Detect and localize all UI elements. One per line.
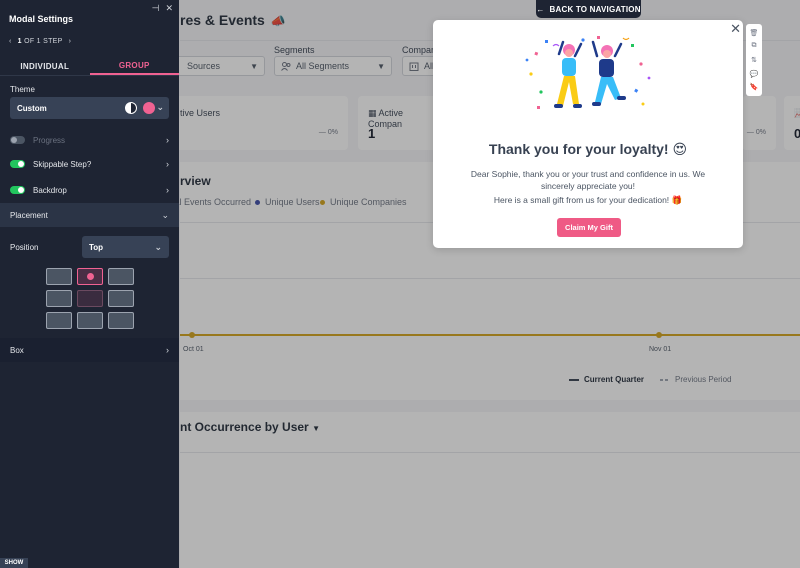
modal-body-text: Dear Sophie, thank you or your trust and… [470,169,706,191]
modal-gift-text: Here is a small gift from us for your de… [493,195,683,205]
modal-settings-panel: Modal Settings ⊣ ✕ ‹ 1 OF 1 STEP › INDIV… [0,0,179,568]
prev-step-icon[interactable]: ‹ [9,38,12,45]
chevron-right-icon: › [166,185,169,195]
copy-icon[interactable]: ⧉ [752,42,757,50]
position-cell-bottom-left[interactable] [46,312,72,329]
skippable-label: Skippable Step? [33,159,92,169]
loyalty-modal: ✕ Thank you for your loyalty! 😍 Dear Sop… [433,20,743,248]
bookmark-icon[interactable]: 🔖 [750,83,759,91]
progress-label: Progress [33,135,66,145]
position-label: Position [10,243,39,252]
claim-gift-button[interactable]: Claim My Gift [557,218,621,237]
modal-toolbar: 🗑 ⧉ ⇅ 💬 🔖 [746,24,762,96]
panel-title: Modal Settings [9,14,74,24]
position-value: Top [89,242,104,252]
tab-individual[interactable]: INDIVIDUAL [0,57,90,75]
box-label: Box [10,345,24,355]
skippable-toggle[interactable] [10,160,25,168]
step-navigator: ‹ 1 OF 1 STEP › [9,38,71,45]
box-section[interactable]: Box › [0,338,179,362]
theme-value: Custom [17,103,47,113]
step-counter: 1 OF 1 STEP [17,38,63,45]
trash-icon[interactable]: 🗑 [750,29,759,37]
close-icon[interactable]: ✕ [165,3,173,14]
comment-icon[interactable]: 💬 [750,70,759,78]
placement-section[interactable]: Placement ⌄ [0,203,179,227]
chevron-down-icon: ⌄ [156,102,164,112]
arrow-left-icon: ← [536,4,545,14]
chevron-down-icon: ⌄ [154,241,162,252]
pin-icon[interactable]: ⊣ [152,3,160,14]
progress-row[interactable]: Progress › [0,128,179,152]
panel-tabs: INDIVIDUAL GROUP [0,57,179,76]
position-cell-right[interactable] [108,290,134,307]
celebration-illustration [525,36,651,109]
position-cell-center[interactable] [77,290,103,307]
chevron-right-icon: › [166,345,169,355]
panel-window-controls: ⊣ ✕ [152,3,173,14]
position-cell-bottom-right[interactable] [108,312,134,329]
backdrop-row[interactable]: Backdrop › [0,178,179,202]
position-cell-top[interactable] [77,268,103,285]
show-button[interactable]: SHOW [0,558,28,568]
position-cell-top-left[interactable] [46,268,72,285]
theme-label: Theme [10,85,35,94]
skippable-row[interactable]: Skippable Step? › [0,152,179,176]
chevron-right-icon: › [166,159,169,169]
back-to-navigation-label: BACK TO NAVIGATION [549,4,641,14]
reorder-icon[interactable]: ⇅ [751,56,757,64]
modal-title: Thank you for your loyalty! 😍 [488,141,688,157]
chevron-down-icon: ⌄ [161,209,169,220]
next-step-icon[interactable]: › [69,38,72,45]
position-cell-left[interactable] [46,290,72,307]
theme-select[interactable]: Custom ⌄ [10,97,169,119]
placement-label: Placement [10,210,48,220]
confetti-icon [525,36,651,109]
backdrop-label: Backdrop [33,185,67,195]
backdrop-toggle[interactable] [10,186,25,194]
selected-marker-icon [87,273,94,280]
close-icon[interactable]: ✕ [730,21,741,37]
chevron-right-icon: › [166,135,169,145]
theme-swatch-light-dark [125,102,137,114]
progress-toggle[interactable] [10,136,25,144]
theme-swatch-pink [143,102,155,114]
position-cell-bottom[interactable] [77,312,103,329]
position-select[interactable]: Top ⌄ [82,236,169,258]
position-cell-top-right[interactable] [108,268,134,285]
tab-group[interactable]: GROUP [89,57,179,75]
back-to-navigation-button[interactable]: ← BACK TO NAVIGATION [536,0,641,18]
